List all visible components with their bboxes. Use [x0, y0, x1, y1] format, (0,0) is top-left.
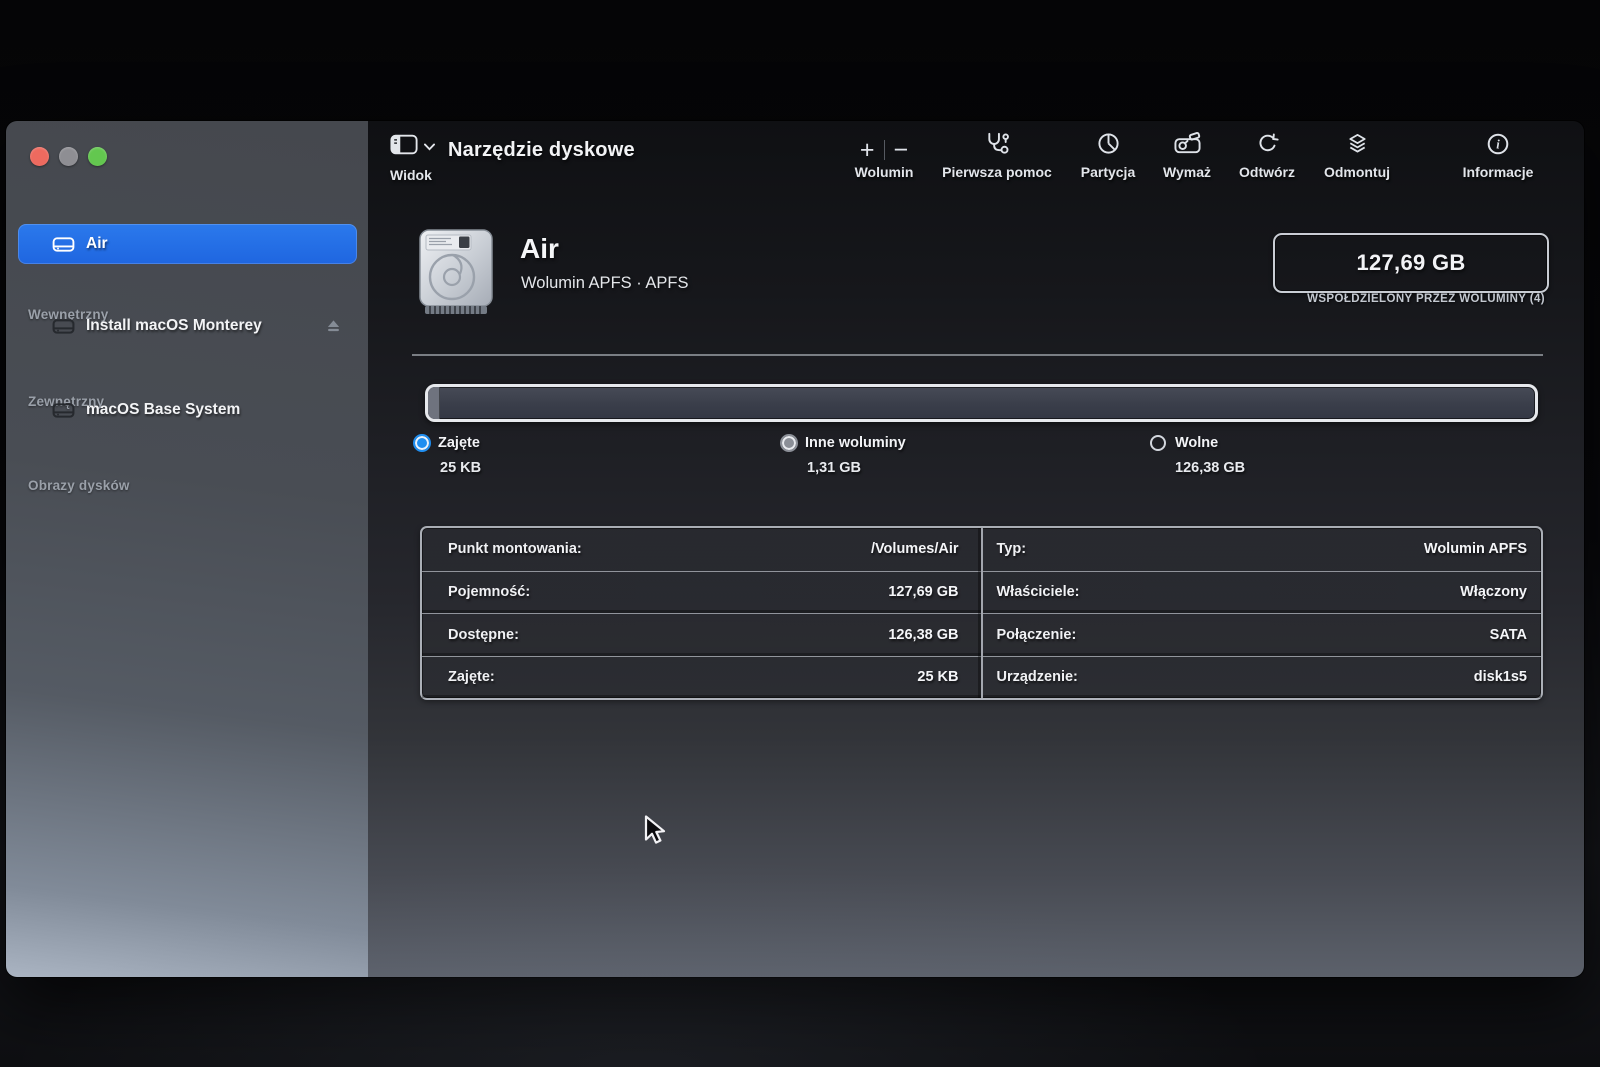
- table-row: Zajęte: 25 KB: [422, 656, 981, 699]
- pie-chart-icon: [1097, 132, 1120, 160]
- unmount-stack-icon: [1346, 133, 1369, 160]
- info-button[interactable]: i Informacje: [1454, 133, 1542, 180]
- divider: [412, 354, 1543, 356]
- volume-subtitle: Wolumin APFS · APFS: [521, 274, 689, 293]
- minimize-button[interactable]: [59, 147, 78, 166]
- close-button[interactable]: [30, 147, 49, 166]
- sidebar-item-macos-base-system[interactable]: macOS Base System: [18, 390, 357, 430]
- table-row: Dostępne: 126,38 GB: [422, 613, 981, 656]
- legend-used: Zajęte 25 KB: [415, 435, 481, 476]
- sidebar-item-air[interactable]: Air: [18, 224, 357, 264]
- table-row: Właściciele: Włączony: [983, 571, 1542, 614]
- details-column-left: Punkt montowania: /Volumes/Air Pojemność…: [422, 528, 981, 698]
- other-volumes-dot-icon: [782, 436, 796, 450]
- usage-segment-other-volumes: [428, 387, 440, 419]
- sidebar-item-install-macos-monterey[interactable]: Install macOS Monterey: [18, 306, 357, 346]
- svg-text:i: i: [1496, 138, 1500, 152]
- unmount-button[interactable]: Odmontuj: [1315, 133, 1399, 180]
- table-row: Typ: Wolumin APFS: [983, 528, 1542, 571]
- details-column-right: Typ: Wolumin APFS Właściciele: Włączony …: [981, 528, 1542, 698]
- main-pane: Widok Narzędzie dyskowe + − Wolumin: [368, 121, 1584, 977]
- disk-utility-window: Wewnętrzny Air Zewnętrzny: [6, 121, 1584, 977]
- eject-icon[interactable]: [326, 319, 341, 333]
- disk-image-icon: [52, 402, 75, 419]
- legend-free: Wolne 126,38 GB: [1150, 435, 1245, 476]
- partition-button[interactable]: Partycja: [1068, 133, 1148, 180]
- internal-drive-icon: [52, 236, 75, 253]
- divider: [884, 140, 885, 160]
- app-title: Narzędzie dyskowe: [448, 139, 635, 162]
- sidebar-toggle-icon: [390, 134, 418, 160]
- free-dot-icon: [1150, 435, 1166, 451]
- view-menu-button[interactable]: Widok: [390, 134, 448, 183]
- volume-button[interactable]: + − Wolumin: [836, 133, 932, 180]
- table-row: Połączenie: SATA: [983, 613, 1542, 656]
- sidebar-item-label: Air: [86, 235, 108, 253]
- remove-volume-icon[interactable]: −: [894, 140, 909, 160]
- legend-other-volumes: Inne woluminy 1,31 GB: [782, 435, 906, 476]
- used-dot-icon: [415, 436, 429, 450]
- volume-name: Air: [520, 233, 559, 265]
- photo-of-screen: Wewnętrzny Air Zewnętrzny: [0, 0, 1600, 1067]
- window-controls: [30, 147, 107, 166]
- shared-volumes-note: WSPÓŁDZIELONY PRZEZ WOLUMINY (4): [1307, 293, 1545, 305]
- zoom-button[interactable]: [88, 147, 107, 166]
- add-volume-icon[interactable]: +: [860, 140, 875, 160]
- table-row: Punkt montowania: /Volumes/Air: [422, 528, 981, 571]
- stethoscope-icon: [985, 131, 1010, 160]
- sidebar: Wewnętrzny Air Zewnętrzny: [6, 121, 368, 977]
- restore-button[interactable]: Odtwórz: [1230, 133, 1304, 180]
- external-drive-icon: [52, 318, 75, 335]
- restore-arrow-icon: [1256, 132, 1279, 160]
- table-row: Urządzenie: disk1s5: [983, 656, 1542, 699]
- sidebar-section-disk-images: Obrazy dysków: [28, 478, 130, 493]
- view-menu-label: Widok: [390, 167, 448, 183]
- sidebar-item-label: Install macOS Monterey: [86, 317, 262, 335]
- erase-button[interactable]: Wymaż: [1154, 133, 1220, 180]
- hard-disk-icon: [418, 228, 494, 321]
- usage-bar: [425, 384, 1538, 422]
- erase-drive-icon: [1174, 132, 1201, 160]
- first-aid-button[interactable]: Pierwsza pomoc: [931, 133, 1063, 180]
- capacity-box: 127,69 GB: [1273, 233, 1549, 293]
- chevron-down-icon: [424, 138, 435, 156]
- info-icon: i: [1487, 133, 1509, 160]
- table-row: Pojemność: 127,69 GB: [422, 571, 981, 614]
- details-table: Punkt montowania: /Volumes/Air Pojemność…: [420, 526, 1543, 700]
- sidebar-item-label: macOS Base System: [86, 401, 240, 419]
